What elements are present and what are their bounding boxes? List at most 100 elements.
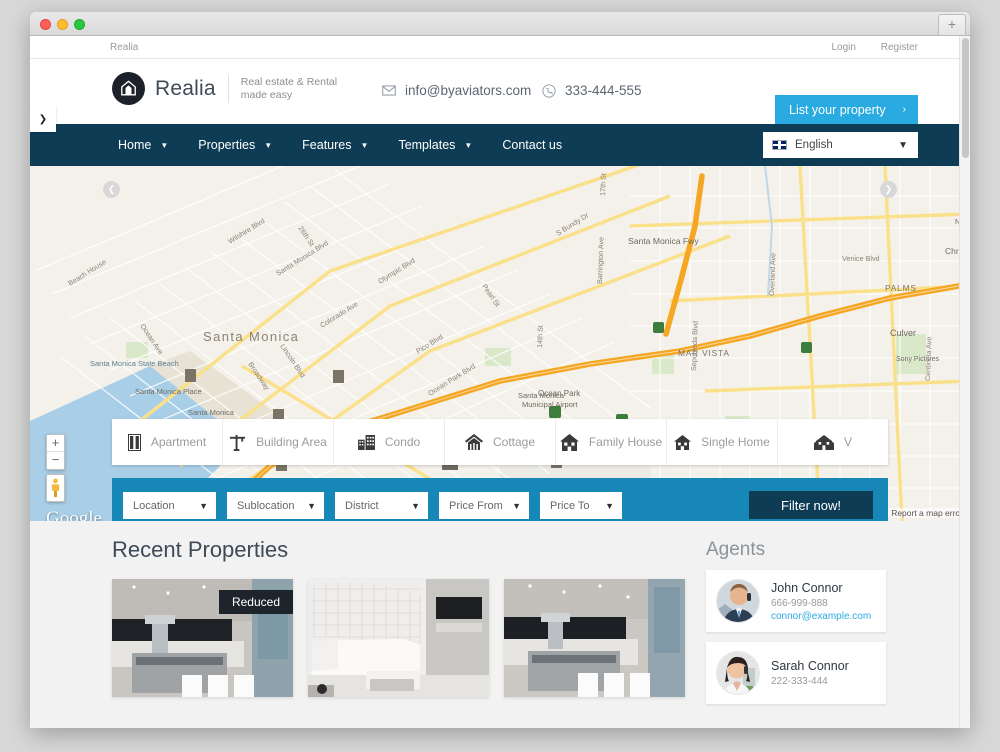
price-to-select[interactable]: Price To ▼ [540,492,622,519]
uk-flag-icon [772,140,787,150]
price-from-select[interactable]: Price From ▼ [439,492,529,519]
contact-email[interactable]: info@byaviators.com [382,83,531,98]
filter-now-button[interactable]: Filter now! [749,491,873,519]
nav-item-home[interactable]: Home ▼ [118,138,168,152]
contact-phone[interactable]: 333-444-555 [542,83,642,98]
svg-text:14th St: 14th St [535,325,545,348]
category-single-home[interactable]: Single Home [667,419,778,465]
category-cottage[interactable]: Cottage [445,419,556,465]
category-label: V [843,435,852,449]
window-zoom-button[interactable] [74,19,85,30]
chevron-down-icon: ▼ [360,140,369,150]
language-selector[interactable]: English ▼ [763,132,918,158]
svg-text:Santa Monica: Santa Monica [518,391,565,400]
tagline-line-1: Real estate & Rental [240,75,338,88]
site-header: Realia Real estate & Rental made easy in… [30,59,970,124]
window-minimize-button[interactable] [57,19,68,30]
new-tab-button[interactable]: + [938,14,966,35]
svg-text:Santa Monica: Santa Monica [188,408,235,417]
nav-item-templates[interactable]: Templates ▼ [398,138,472,152]
contact-email-text: info@byaviators.com [405,83,532,98]
category-building-area[interactable]: Building Area [223,419,334,465]
category-family-house[interactable]: Family House [556,419,667,465]
district-select[interactable]: District ▼ [335,492,428,519]
report-map-error-link[interactable]: Report a map error [888,508,966,518]
nav-item-label: Features [302,138,352,152]
language-label: English [795,139,833,151]
chevron-right-circle-icon[interactable]: ❯ [880,181,897,198]
svg-text:Overland Ave: Overland Ave [767,253,777,296]
male-agent-photo [717,580,759,622]
zoom-out-button[interactable]: − [47,452,64,469]
crane-icon [229,434,246,451]
category-label: Family House [588,435,663,449]
chevron-down-icon: ▼ [264,140,273,150]
window-close-button[interactable] [40,19,51,30]
category-strip: Apartment Building Area Condo Cottage Fa… [112,419,888,465]
top-utility-bar: Realia Login Register [30,36,970,59]
avatar [716,579,760,623]
condo-icon [357,434,375,450]
recent-properties-list: Reduced [112,579,685,697]
street-view-pegman-icon[interactable] [46,474,65,502]
logo-tagline: Real estate & Rental made easy [241,76,337,102]
property-filter-bar: Location ▼ Sublocation ▼ District ▼ Pric… [112,478,888,521]
chevron-down-icon: ▼ [898,139,908,151]
family-house-icon [559,433,579,451]
property-card[interactable] [504,579,685,697]
svg-text:Santa Monica Fwy: Santa Monica Fwy [628,236,699,246]
property-card[interactable] [308,579,489,697]
agent-phone: 666-999-888 [771,597,828,609]
svg-text:Municipal Airport: Municipal Airport [522,400,578,409]
sublocation-select[interactable]: Sublocation ▼ [227,492,324,519]
chevron-down-icon: ▼ [411,500,420,511]
scrollbar-thumb[interactable] [962,38,969,158]
nav-item-properties[interactable]: Properties ▼ [198,138,272,152]
chevron-down-icon: ▼ [605,500,614,511]
nav-item-features[interactable]: Features ▼ [302,138,368,152]
page-scrollbar[interactable] [959,36,970,728]
map-area[interactable]: Santa Monica Santa Monica Fwy Ocean Park… [30,166,970,521]
white-living-room-photo [308,579,489,697]
location-select[interactable]: Location ▼ [123,492,216,519]
nav-item-contact-us[interactable]: Contact us [502,138,562,152]
agents-list: John Connor 666-999-888 connor@example.c… [706,570,886,714]
list-your-property-button[interactable]: List your property › [775,95,918,124]
district-select-value: District [345,499,379,512]
apartment-icon [127,433,141,451]
category-label: Building Area [256,435,327,449]
map-zoom-controls[interactable]: + − [46,434,65,470]
nav-item-label: Home [118,138,152,152]
zoom-in-button[interactable]: + [47,435,64,452]
agent-card[interactable]: Sarah Connor 222-333-444 [706,642,886,704]
agent-email[interactable]: connor@example.com [771,611,871,622]
agent-card[interactable]: John Connor 666-999-888 connor@example.c… [706,570,886,632]
login-link[interactable]: Login [832,42,856,53]
home-shield-icon [112,72,145,105]
main-navbar: Home ▼ Properties ▼ Features ▼ Templates… [30,124,970,166]
category-condo[interactable]: Condo [334,419,445,465]
agent-name: Sarah Connor [771,659,849,673]
svg-text:PALMS: PALMS [885,283,917,293]
nav-item-label: Properties [198,138,256,152]
svg-text:Sepulveda Blvd: Sepulveda Blvd [689,321,700,371]
map-canvas[interactable]: Santa Monica Santa Monica Fwy Ocean Park… [30,166,970,521]
category-villa[interactable]: V [778,419,888,465]
category-label: Single Home [701,435,770,449]
agent-phone: 222-333-444 [771,676,828,687]
logo-block[interactable]: Realia Real estate & Rental made easy [112,72,337,105]
svg-text:17th St: 17th St [598,173,608,196]
single-home-icon [674,434,692,450]
chevron-right-icon: › [902,104,906,115]
category-label: Cottage [492,435,536,449]
chevron-left-circle-icon[interactable]: ❮ [103,181,120,198]
chevron-down-icon: ▼ [512,500,521,511]
female-agent-photo [717,652,759,694]
property-card[interactable]: Reduced [112,579,293,697]
side-panel-toggle[interactable]: ❯ [30,106,56,132]
page-viewport: Realia Login Register Realia Real estate… [30,36,970,728]
category-apartment[interactable]: Apartment [112,419,223,465]
register-link[interactable]: Register [881,42,918,53]
category-label: Apartment [150,435,207,449]
contact-phone-text: 333-444-555 [565,83,642,98]
